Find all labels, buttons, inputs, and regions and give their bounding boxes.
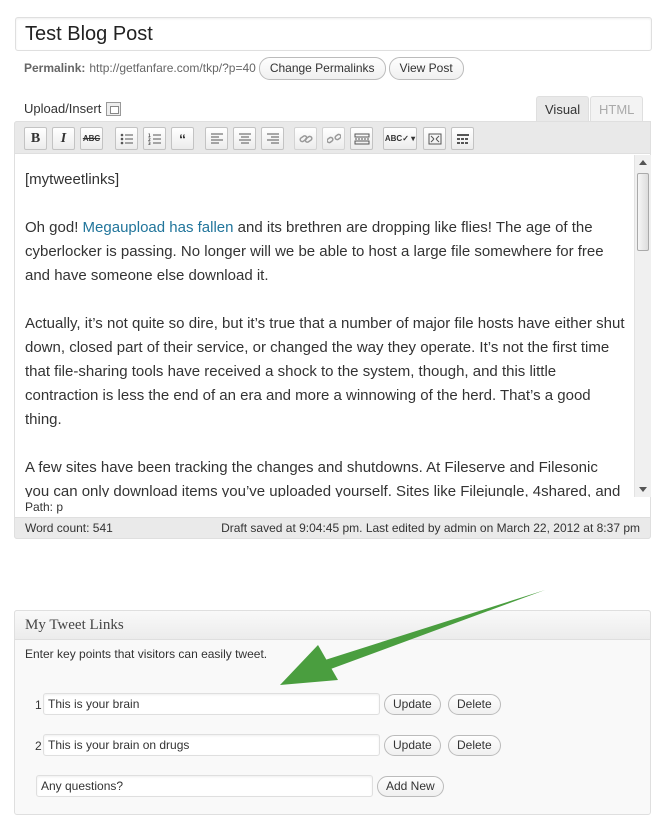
italic-button[interactable]: I xyxy=(52,127,75,150)
post-title-input[interactable]: Test Blog Post xyxy=(15,17,652,51)
add-new-button[interactable]: Add New xyxy=(377,776,444,797)
tab-visual[interactable]: Visual xyxy=(536,96,590,122)
strikethrough-button[interactable]: ABC xyxy=(80,127,103,150)
update-1-button[interactable]: Update xyxy=(384,694,441,715)
link-icon[interactable] xyxy=(294,127,317,150)
align-left-icon[interactable] xyxy=(205,127,228,150)
status-bar: Word count: 541 Draft saved at 9:04:45 p… xyxy=(14,517,651,539)
align-right-icon[interactable] xyxy=(261,127,284,150)
item-2-number: 2 xyxy=(35,739,42,753)
permalink-row: Permalink: http://getfanfare.com/tkp/?p=… xyxy=(24,56,464,80)
delete-2-button[interactable]: Delete xyxy=(448,735,501,756)
scroll-up-icon[interactable] xyxy=(639,160,647,165)
scroll-thumb[interactable] xyxy=(637,173,649,251)
numbered-list-icon[interactable]: 123 xyxy=(143,127,166,150)
shortcode-text: [mytweetlinks] xyxy=(25,171,120,188)
paragraph-1: Oh god! Megaupload has fallen and its br… xyxy=(25,216,625,288)
editor-scrollbar[interactable] xyxy=(634,155,651,497)
upload-insert-label: Upload/Insert xyxy=(24,101,102,116)
media-add-icon[interactable] xyxy=(106,101,122,116)
permalink-label: Permalink: xyxy=(24,61,86,75)
bullet-list-icon[interactable] xyxy=(115,127,138,150)
editor-toolbar: B I ABC 123 “ ABC✓ ▾ xyxy=(14,121,651,154)
bold-button[interactable]: B xyxy=(24,127,47,150)
fullscreen-icon[interactable] xyxy=(423,127,446,150)
blockquote-icon[interactable]: “ xyxy=(171,127,194,150)
update-2-button[interactable]: Update xyxy=(384,735,441,756)
paragraph-3: A few sites have been tracking the chang… xyxy=(25,459,621,497)
new-tweet-link-input[interactable]: Any questions? xyxy=(36,775,373,797)
view-post-button[interactable]: View Post xyxy=(388,56,464,80)
draft-status: Draft saved at 9:04:45 pm. Last edited b… xyxy=(221,521,640,535)
align-center-icon[interactable] xyxy=(233,127,256,150)
tweet-link-2-input[interactable]: This is your brain on drugs xyxy=(43,734,380,756)
tweet-link-1-input[interactable]: This is your brain xyxy=(43,693,380,715)
paragraph-1-start: Oh god! xyxy=(25,219,83,236)
svg-text:3: 3 xyxy=(148,141,151,145)
spellcheck-icon[interactable]: ABC✓ ▾ xyxy=(383,127,417,150)
scroll-down-icon[interactable] xyxy=(639,487,647,492)
word-count: Word count: 541 xyxy=(25,521,113,535)
metabox-description: Enter key points that visitors can easil… xyxy=(25,647,268,661)
path-bar: Path: p xyxy=(15,497,635,517)
permalink-url[interactable]: http://getfanfare.com/tkp/?p=40 xyxy=(89,61,255,75)
tab-html[interactable]: HTML xyxy=(590,96,644,122)
paragraph-2: Actually, it’s not quite so dire, but it… xyxy=(25,315,625,428)
annotation-arrow-icon xyxy=(280,590,545,685)
upload-insert[interactable]: Upload/Insert xyxy=(24,101,122,116)
delete-1-button[interactable]: Delete xyxy=(448,694,501,715)
item-1-number: 1 xyxy=(35,698,42,712)
editor-content[interactable]: [mytweetlinks] Oh god! Megaupload has fa… xyxy=(15,155,635,497)
more-tag-icon[interactable] xyxy=(350,127,373,150)
unlink-icon[interactable] xyxy=(322,127,345,150)
megaupload-link[interactable]: Megaupload has fallen xyxy=(83,219,234,236)
kitchen-sink-icon[interactable] xyxy=(451,127,474,150)
change-permalinks-button[interactable]: Change Permalinks xyxy=(258,56,386,80)
